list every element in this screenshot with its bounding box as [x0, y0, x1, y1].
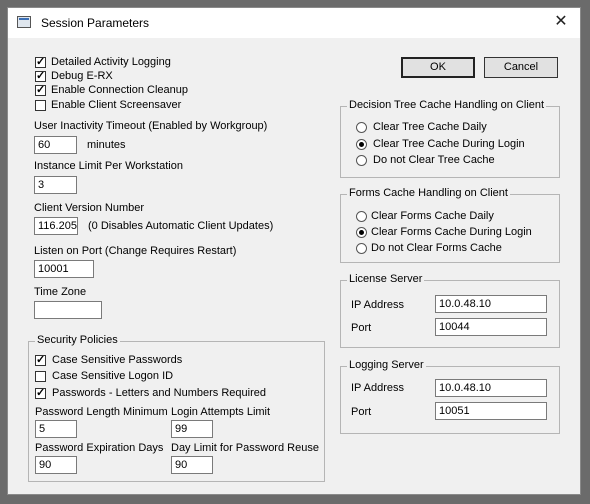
minutes-label: minutes	[87, 139, 126, 151]
license-server-title: License Server	[347, 273, 425, 285]
time-zone-input[interactable]	[34, 301, 102, 319]
letters-numbers-required-checkbox[interactable]	[35, 386, 46, 399]
no-clear-tree-label: Do not Clear Tree Cache	[373, 154, 495, 166]
title-bar: Session Parameters ✕	[8, 8, 580, 38]
listen-port-label: Listen on Port (Change Requires Restart)	[34, 245, 237, 257]
password-expiration-label: Password Expiration Days	[35, 442, 164, 454]
login-attempts-label: Login Attempts Limit	[171, 406, 271, 418]
clear-tree-login-label: Clear Tree Cache During Login	[373, 138, 525, 150]
letters-numbers-required-label: Passwords - Letters and Numbers Required	[52, 387, 266, 399]
instance-limit-label: Instance Limit Per Workstation	[34, 160, 183, 172]
security-policies-group: Security Policies Case Sensitive Passwor…	[28, 334, 325, 482]
logging-port-input[interactable]: 10051	[435, 402, 547, 420]
clear-tree-daily-label: Clear Tree Cache Daily	[373, 121, 487, 133]
password-reuse-label: Day Limit for Password Reuse	[171, 442, 319, 454]
client-version-label: Client Version Number	[34, 202, 145, 214]
security-policies-title: Security Policies	[35, 334, 120, 346]
password-length-min-label: Password Length Minimum	[35, 406, 168, 418]
logging-server-group: Logging Server IP Address 10.0.48.10 Por…	[340, 359, 560, 434]
close-icon[interactable]: ✕	[552, 13, 570, 31]
enable-client-screensaver-label: Enable Client Screensaver	[51, 99, 182, 111]
debug-erx-label: Debug E-RX	[51, 70, 113, 82]
enable-connection-cleanup-label: Enable Connection Cleanup	[51, 84, 188, 96]
logging-port-label: Port	[351, 406, 372, 418]
license-port-input[interactable]: 10044	[435, 318, 547, 336]
detailed-activity-logging-label: Detailed Activity Logging	[51, 56, 171, 68]
clear-forms-daily-label: Clear Forms Cache Daily	[371, 210, 494, 222]
instance-limit-input[interactable]: 3	[34, 176, 77, 194]
no-clear-forms-label: Do not Clear Forms Cache	[371, 242, 502, 254]
forms-cache-title: Forms Cache Handling on Client	[347, 187, 510, 199]
license-port-label: Port	[351, 322, 372, 334]
clear-tree-daily-radio[interactable]	[356, 122, 367, 133]
logging-ip-input[interactable]: 10.0.48.10	[435, 379, 547, 397]
client-version-input[interactable]: 116.205	[34, 217, 78, 235]
password-reuse-input[interactable]: 90	[171, 456, 213, 474]
ok-button[interactable]: OK	[401, 57, 475, 78]
window-icon	[17, 16, 31, 28]
clear-tree-login-radio[interactable]	[356, 139, 367, 150]
inactivity-timeout-input[interactable]: 60	[34, 136, 77, 154]
time-zone-label: Time Zone	[34, 286, 87, 298]
forms-cache-group: Forms Cache Handling on Client Clear For…	[340, 187, 560, 263]
license-server-group: License Server IP Address 10.0.48.10 Por…	[340, 273, 560, 348]
login-attempts-input[interactable]: 99	[171, 420, 213, 438]
client-version-note: (0 Disables Automatic Client Updates)	[88, 220, 274, 232]
cancel-button[interactable]: Cancel	[484, 57, 558, 78]
no-clear-tree-radio[interactable]	[356, 155, 367, 166]
case-sensitive-logon-checkbox[interactable]	[35, 371, 46, 382]
window-title: Session Parameters	[41, 16, 150, 30]
listen-port-input[interactable]: 10001	[34, 260, 94, 278]
detailed-activity-logging-checkbox[interactable]	[35, 55, 46, 68]
decision-tree-cache-group: Decision Tree Cache Handling on Client C…	[340, 99, 560, 178]
enable-connection-cleanup-checkbox[interactable]	[35, 83, 46, 96]
case-sensitive-passwords-checkbox[interactable]	[35, 353, 46, 366]
license-ip-input[interactable]: 10.0.48.10	[435, 295, 547, 313]
license-ip-label: IP Address	[351, 299, 404, 311]
enable-client-screensaver-checkbox[interactable]	[35, 100, 46, 111]
clear-forms-login-radio[interactable]	[356, 227, 367, 238]
session-parameters-dialog: Session Parameters ✕ Detailed Activity L…	[7, 7, 581, 495]
logging-server-title: Logging Server	[347, 359, 426, 371]
decision-tree-cache-title: Decision Tree Cache Handling on Client	[347, 99, 547, 111]
clear-forms-daily-radio[interactable]	[356, 211, 367, 222]
password-expiration-input[interactable]: 90	[35, 456, 77, 474]
clear-forms-login-label: Clear Forms Cache During Login	[371, 226, 532, 238]
no-clear-forms-radio[interactable]	[356, 243, 367, 254]
logging-ip-label: IP Address	[351, 382, 404, 394]
inactivity-timeout-label: User Inactivity Timeout (Enabled by Work…	[34, 120, 268, 132]
password-length-min-input[interactable]: 5	[35, 420, 77, 438]
case-sensitive-logon-label: Case Sensitive Logon ID	[52, 370, 174, 382]
case-sensitive-passwords-label: Case Sensitive Passwords	[52, 354, 183, 366]
debug-erx-checkbox[interactable]	[35, 69, 46, 82]
